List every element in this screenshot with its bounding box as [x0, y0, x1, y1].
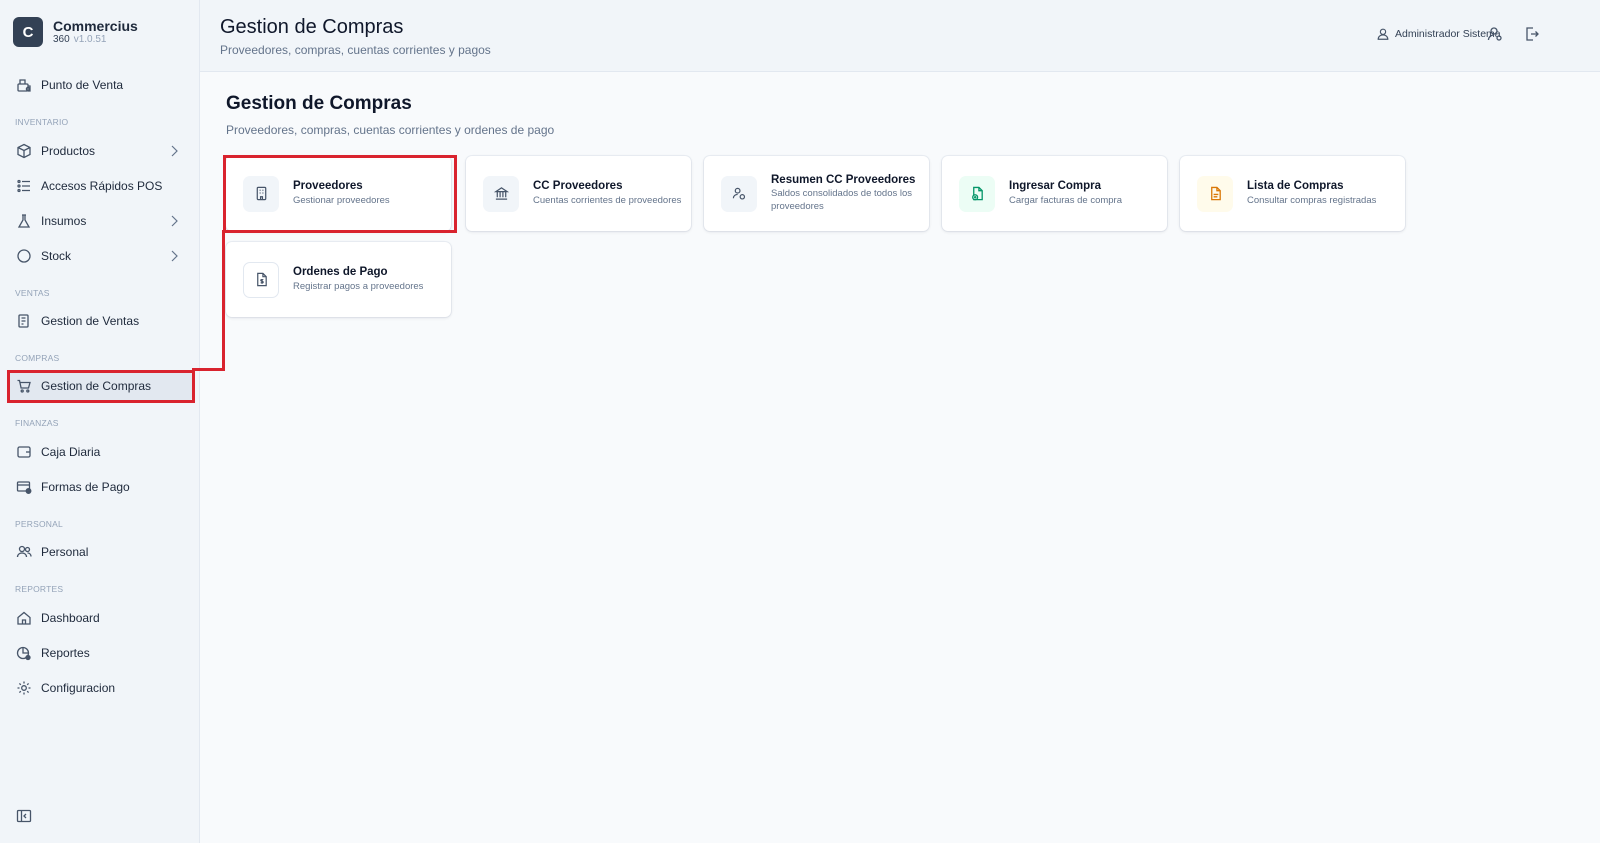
card-description: Saldos consolidados de todos los proveed…: [771, 188, 913, 213]
sidebar-item-label: Stock: [41, 249, 72, 263]
card-description: Cuentas corrientes de proveedores: [533, 194, 682, 206]
sidebar-item-label: Personal: [41, 545, 89, 559]
sidebar-item-accesos-rapidos[interactable]: Accesos Rápidos POS: [8, 171, 192, 201]
sidebar-item-label: Formas de Pago: [41, 480, 130, 494]
sidebar-item-caja-diaria[interactable]: Caja Diaria: [8, 437, 192, 467]
sidebar-item-punto-de-venta[interactable]: Punto de Venta: [8, 70, 192, 100]
highlight-connector-line: [192, 368, 225, 371]
card-description: Consultar compras registradas: [1247, 194, 1377, 206]
card-resumen-cc-proveedores[interactable]: Resumen CC Proveedores Saldos consolidad…: [704, 156, 929, 231]
sidebar-item-stock[interactable]: Stock: [8, 241, 192, 271]
sidebar-item-label: Accesos Rápidos POS: [41, 179, 163, 193]
card-title: Proveedores: [293, 180, 363, 193]
user-settings-button[interactable]: [1487, 26, 1503, 42]
page-subtitle: Proveedores, compras, cuentas corrientes…: [226, 123, 555, 137]
top-header: Gestion de Compras Proveedores, compras,…: [200, 0, 1600, 72]
card-title: Resumen CC Proveedores: [771, 174, 916, 186]
card-cc-proveedores[interactable]: CC Proveedores Cuentas corrientes de pro…: [466, 156, 691, 231]
brand-version: v1.0.51: [73, 34, 107, 46]
sidebar-item-label: Dashboard: [41, 611, 100, 625]
wallet-icon: [16, 444, 32, 460]
section-reportes: REPORTES: [15, 584, 64, 594]
sidebar-item-reportes[interactable]: Reportes: [8, 638, 192, 668]
logout-button[interactable]: [1524, 26, 1540, 42]
card-title: CC Proveedores: [533, 180, 623, 193]
file-dollar-icon: [243, 261, 279, 298]
sidebar-item-dashboard[interactable]: Dashboard: [8, 603, 192, 633]
sidebar-item-label: Reportes: [41, 646, 90, 660]
header-title: Gestion de Compras: [220, 16, 404, 38]
list-icon: [16, 178, 32, 194]
brand-edition: 360: [53, 34, 70, 46]
highlight-connector-line: [222, 230, 225, 371]
card-title: Ingresar Compra: [1009, 180, 1102, 193]
sidebar-item-label: Gestion de Compras: [41, 379, 152, 393]
user-settings-icon: [1487, 27, 1502, 41]
section-personal: PERSONAL: [15, 519, 63, 529]
card-description: Registrar pagos a proveedores: [293, 280, 424, 292]
section-finanzas: FINANZAS: [15, 418, 59, 428]
card-ordenes-pago[interactable]: Ordenes de Pago Registrar pagos a provee…: [226, 242, 451, 317]
chevron-right-icon: [171, 250, 178, 262]
brand-logo: C: [13, 17, 43, 47]
flask-icon: [16, 213, 32, 229]
user-menu[interactable]: Administrador Sistema: [1376, 27, 1501, 41]
report-icon: [16, 645, 32, 661]
sidebar-item-gestion-compras[interactable]: Gestion de Compras: [8, 371, 192, 401]
sidebar: C Commercius 360 v1.0.51 Punto de Venta I…: [0, 0, 200, 843]
building-icon: [243, 175, 279, 212]
sidebar-item-label: Caja Diaria: [41, 445, 101, 459]
file-icon: [1197, 175, 1233, 212]
chevron-right-icon: [171, 215, 178, 227]
sidebar-item-label: Productos: [41, 144, 96, 158]
file-plus-icon: [959, 175, 995, 212]
collapse-sidebar-icon[interactable]: [16, 809, 32, 823]
chevron-right-icon: [171, 145, 178, 157]
logout-icon: [1526, 27, 1539, 41]
brand[interactable]: C Commercius 360 v1.0.51: [13, 17, 138, 47]
sidebar-item-label: Insumos: [41, 214, 87, 228]
user-icon: [1377, 28, 1389, 40]
gear-icon: [16, 680, 32, 696]
card-proveedores[interactable]: Proveedores Gestionar proveedores: [226, 156, 451, 231]
card-description: Cargar facturas de compra: [1009, 194, 1122, 206]
card-ingresar-compra[interactable]: Ingresar Compra Cargar facturas de compr…: [942, 156, 1167, 231]
cash-register-icon: [16, 77, 32, 93]
sidebar-item-label: Punto de Venta: [41, 78, 124, 92]
home-icon: [16, 610, 32, 626]
users-settings-icon: [721, 175, 757, 212]
sidebar-item-label: Gestion de Ventas: [41, 314, 140, 328]
card-settings-icon: [16, 479, 32, 495]
circle-icon: [16, 248, 32, 264]
sidebar-item-configuracion[interactable]: Configuracion: [8, 673, 192, 703]
card-lista-compras[interactable]: Lista de Compras Consultar compras regis…: [1180, 156, 1405, 231]
bank-icon: [483, 175, 519, 212]
section-ventas: VENTAS: [15, 288, 50, 298]
section-inventario: INVENTARIO: [15, 117, 69, 127]
sidebar-item-personal[interactable]: Personal: [8, 537, 192, 567]
card-title: Lista de Compras: [1247, 180, 1344, 193]
cart-icon: [16, 378, 32, 394]
box-icon: [16, 143, 32, 159]
section-compras: COMPRAS: [15, 353, 60, 363]
receipt-icon: [16, 313, 32, 329]
card-title: Ordenes de Pago: [293, 266, 388, 279]
brand-name: Commercius: [53, 18, 138, 35]
header-subtitle: Proveedores, compras, cuentas corrientes…: [220, 43, 491, 57]
users-icon: [16, 544, 32, 560]
sidebar-item-insumos[interactable]: Insumos: [8, 206, 192, 236]
sidebar-item-gestion-ventas[interactable]: Gestion de Ventas: [8, 306, 192, 336]
sidebar-item-formas-pago[interactable]: Formas de Pago: [8, 472, 192, 502]
sidebar-item-label: Configuracion: [41, 681, 116, 695]
page-title: Gestion de Compras: [226, 93, 412, 114]
card-description: Gestionar proveedores: [293, 194, 390, 206]
sidebar-item-productos[interactable]: Productos: [8, 136, 192, 166]
user-name: Administrador Sistema: [1395, 28, 1501, 40]
